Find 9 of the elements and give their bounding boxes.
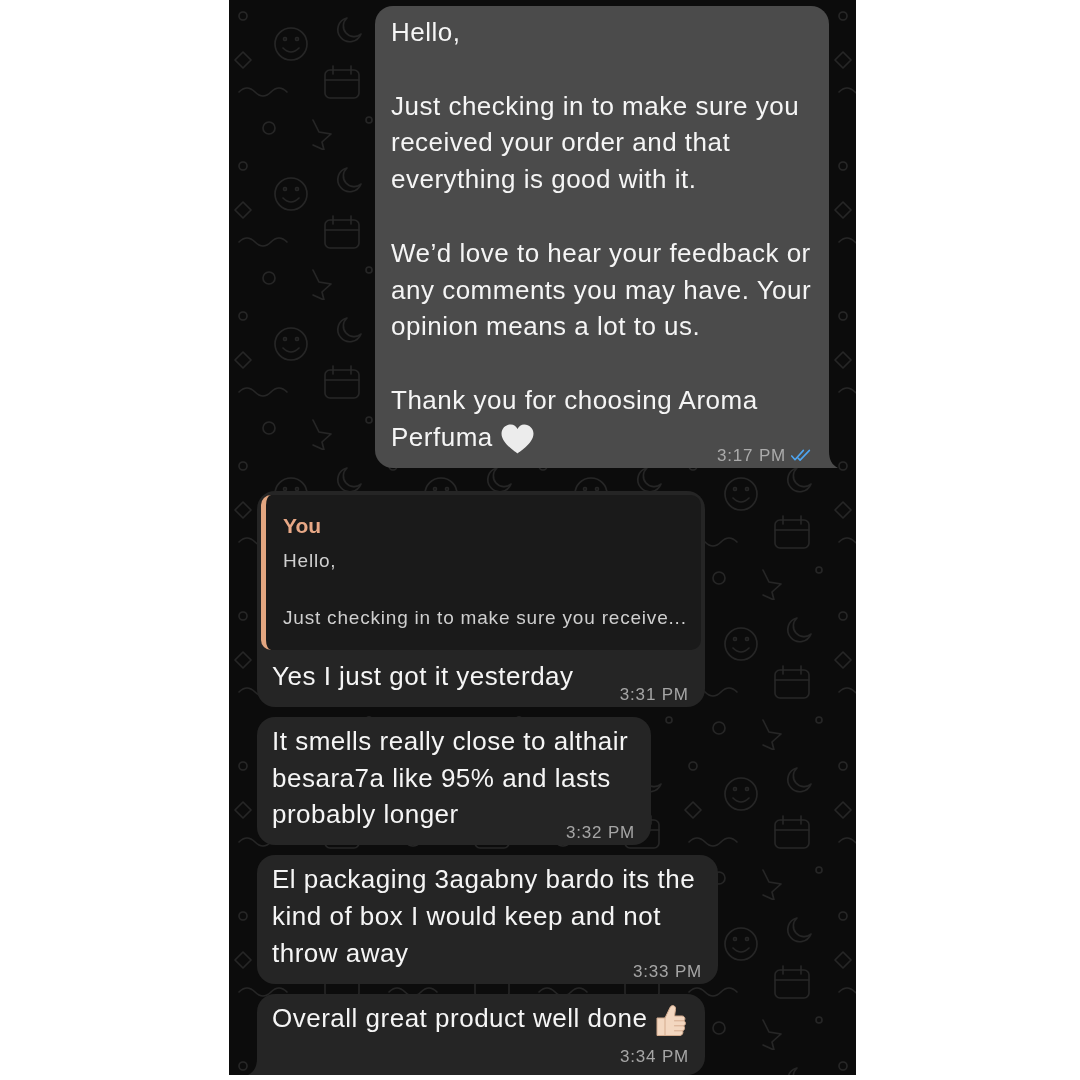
quote-author: You xyxy=(283,512,323,539)
thumbs-up-icon xyxy=(655,1002,688,1037)
message-time: 3:31 PM xyxy=(619,684,689,705)
quote-text: Hello, Just checking in to make sure you receive... xyxy=(283,548,687,630)
heart-icon xyxy=(500,423,534,454)
message-text: Yes I just got it yesterday xyxy=(272,661,574,692)
quoted-message[interactable]: You Hello, Just checking in to make sure you receive... xyxy=(261,494,701,651)
message-time: 3:34 PM xyxy=(620,1046,689,1067)
message-text: Overall great product well done xyxy=(272,1002,688,1033)
